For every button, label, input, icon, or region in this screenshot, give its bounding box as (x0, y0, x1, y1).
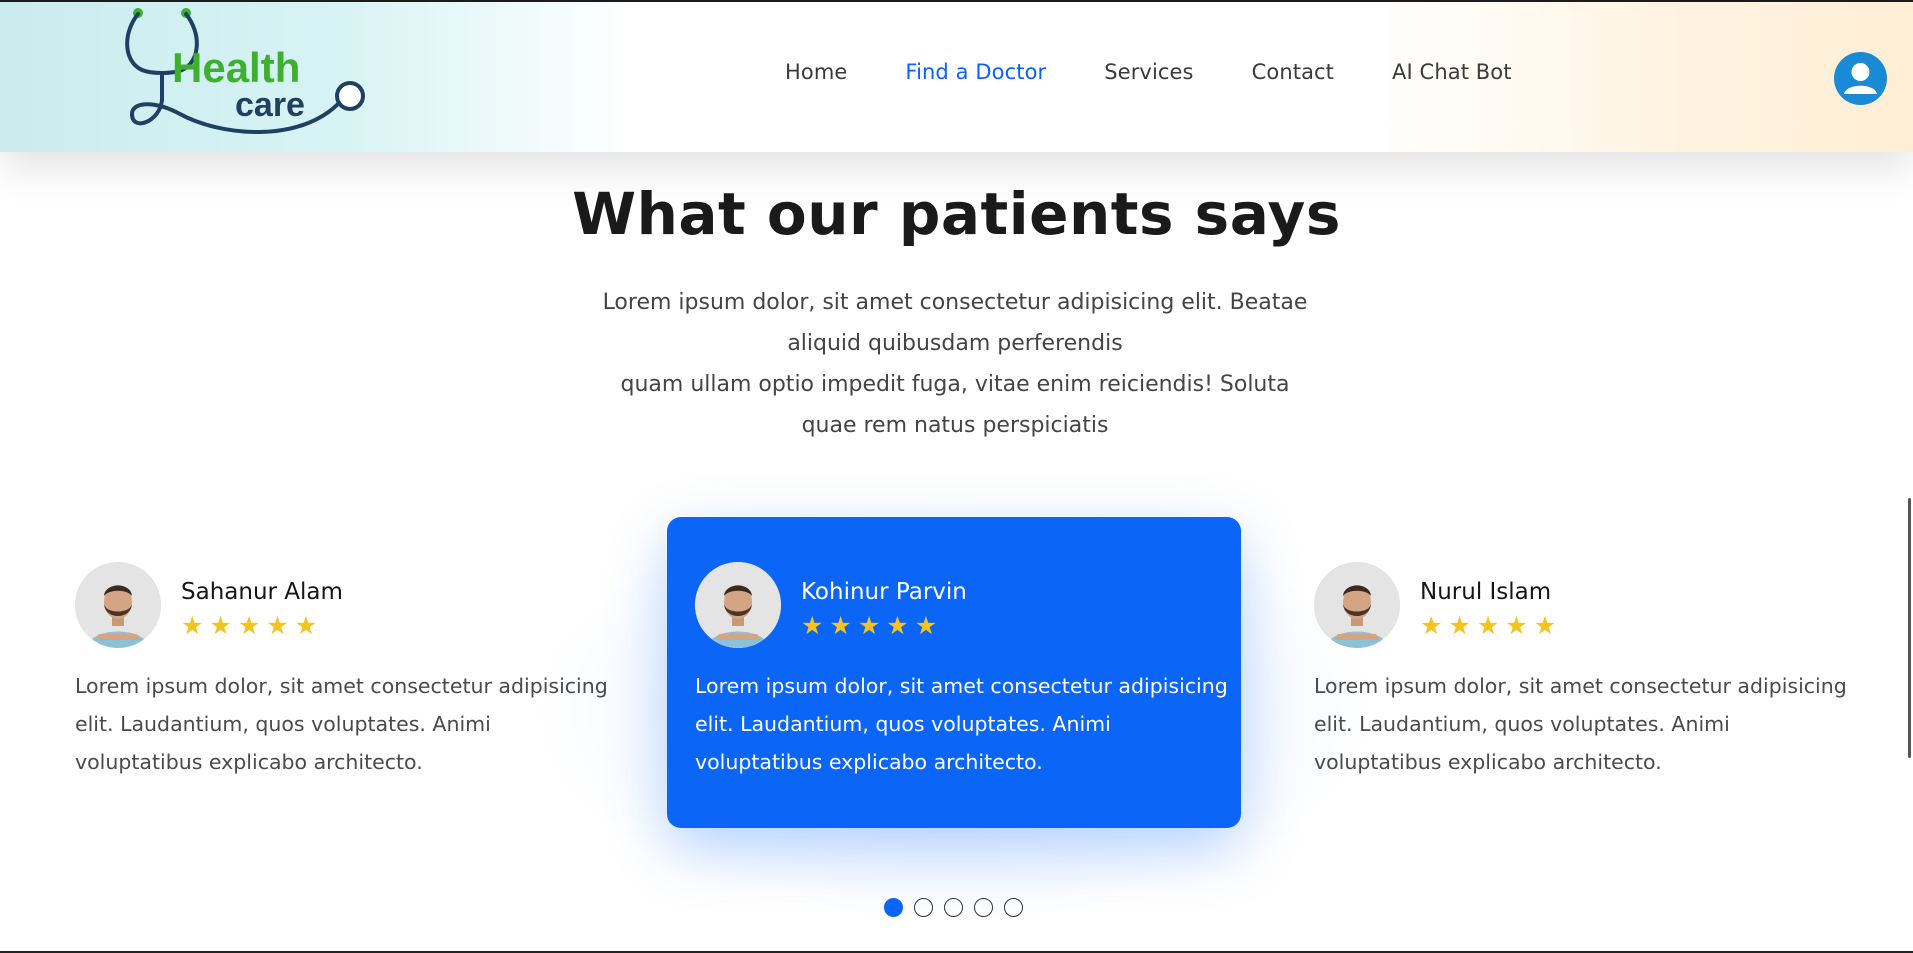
star-icon: ★ (209, 611, 232, 640)
star-icon: ★ (1533, 611, 1557, 640)
pagination-dot[interactable] (944, 898, 963, 917)
testimonial-card: Sahanur Alam ★ ★ ★ ★ ★ Lorem ipsum dolor… (47, 517, 621, 828)
patient-name: Kohinur Parvin (801, 579, 967, 605)
star-icon: ★ (801, 611, 824, 640)
nav-find-a-doctor[interactable]: Find a Doctor (905, 60, 1046, 84)
logo-text-health: Health (172, 44, 300, 91)
star-icon: ★ (237, 611, 261, 640)
star-icon: ★ (1505, 611, 1528, 640)
star-rating: ★ ★ ★ ★ ★ (1420, 613, 1556, 639)
section-description-line-1: Lorem ipsum dolor, sit amet consectetur … (602, 290, 1308, 356)
star-icon: ★ (886, 611, 909, 640)
patient-name: Nurul Islam (1420, 579, 1552, 605)
pagination-dot[interactable] (974, 898, 993, 917)
nav-home[interactable]: Home (785, 60, 847, 84)
doctor-photo-icon (695, 562, 781, 648)
healthcare-logo[interactable]: Health care (110, 4, 370, 144)
star-rating: ★ ★ ★ ★ ★ (181, 613, 317, 639)
star-icon: ★ (1476, 611, 1500, 640)
star-icon: ★ (857, 611, 881, 640)
logo-text-care: care (235, 86, 305, 124)
avatar (75, 562, 161, 648)
nav-contact[interactable]: Contact (1252, 60, 1334, 84)
carousel-pagination (884, 898, 1023, 917)
testimonial-text: Lorem ipsum dolor, sit amet consectetur … (75, 674, 608, 774)
testimonial-card: Nurul Islam ★ ★ ★ ★ ★ Lorem ipsum dolor,… (1286, 517, 1860, 828)
doctor-photo-icon (1314, 562, 1400, 648)
nav-ai-chat-bot[interactable]: AI Chat Bot (1392, 60, 1512, 84)
testimonial-text: Lorem ipsum dolor, sit amet consectetur … (695, 674, 1228, 774)
star-icon: ★ (829, 611, 852, 640)
page-scrollbar[interactable] (1908, 498, 1911, 758)
pagination-dot[interactable] (884, 898, 903, 917)
main-nav: Home Find a Doctor Services Contact AI C… (785, 60, 1570, 84)
section-title: What our patients says (572, 180, 1341, 248)
star-rating: ★ ★ ★ ★ ★ (801, 613, 937, 639)
user-icon (1844, 63, 1877, 94)
testimonial-card-featured: Kohinur Parvin ★ ★ ★ ★ ★ Lorem ipsum dol… (667, 517, 1241, 828)
section-description: Lorem ipsum dolor, sit amet consectetur … (590, 282, 1320, 446)
pagination-dot[interactable] (1004, 898, 1023, 917)
star-icon: ★ (294, 611, 318, 640)
testimonial-text: Lorem ipsum dolor, sit amet consectetur … (1314, 674, 1847, 774)
stethoscope-icon: Health care (125, 8, 365, 134)
nav-services[interactable]: Services (1104, 60, 1193, 84)
star-icon: ★ (1448, 611, 1471, 640)
avatar (1314, 562, 1400, 648)
star-icon: ★ (1420, 611, 1443, 640)
star-icon: ★ (914, 611, 938, 640)
pagination-dot[interactable] (914, 898, 933, 917)
site-header: Health care Home Find a Doctor Services … (0, 2, 1913, 152)
avatar (695, 562, 781, 648)
star-icon: ★ (266, 611, 289, 640)
doctor-photo-icon (75, 562, 161, 648)
star-icon: ★ (181, 611, 204, 640)
patient-name: Sahanur Alam (181, 579, 343, 605)
section-description-line-2: quam ullam optio impedit fuga, vitae eni… (620, 372, 1290, 438)
profile-button[interactable] (1834, 52, 1887, 105)
